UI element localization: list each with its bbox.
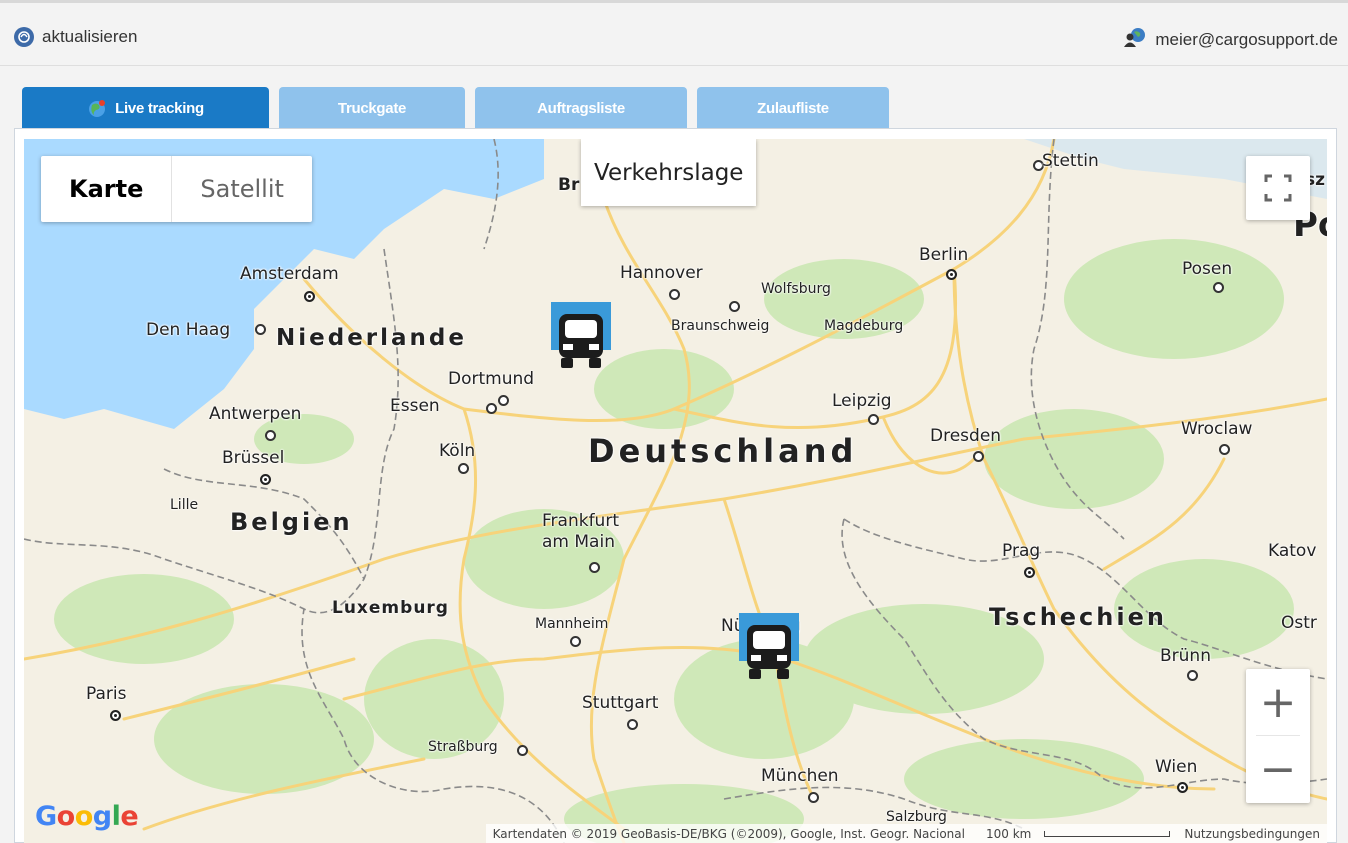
map-label: Brüssel — [222, 448, 285, 468]
map-label: Mannheim — [535, 616, 609, 632]
map-label: Niederlande — [276, 325, 467, 351]
map-type-control: Karte Satellit — [41, 156, 312, 222]
top-bar: aktualisieren meier@cargosupport.de — [0, 0, 1348, 66]
map-label: Amsterdam — [240, 264, 339, 284]
city-dot — [973, 451, 984, 462]
map-attribution-bar: Kartendaten © 2019 GeoBasis-DE/BKG (©200… — [485, 824, 1327, 843]
map-label: Lille — [170, 497, 199, 513]
map-scale[interactable]: 100 km — [972, 827, 1177, 841]
map-base — [24, 139, 1327, 843]
map-label: Posen — [1182, 259, 1233, 279]
map-label: München — [761, 766, 839, 786]
city-dot — [1187, 670, 1198, 681]
city-dot — [265, 430, 276, 441]
user-email: meier@cargosupport.de — [1155, 29, 1338, 49]
map-view[interactable]: Stettin Berlin Hannover Wolfsburg Brauns… — [24, 139, 1327, 843]
tab-label: Auftragsliste — [537, 100, 625, 117]
city-dot — [669, 289, 680, 300]
map-label: Hannover — [620, 263, 703, 283]
truck-icon — [555, 302, 607, 368]
google-logo[interactable]: Google — [35, 801, 139, 832]
user-account[interactable]: meier@cargosupport.de — [1124, 27, 1338, 52]
tab-label: Live tracking — [115, 100, 204, 117]
map-label: Deutschland — [588, 432, 858, 470]
truck-marker[interactable] — [551, 302, 611, 368]
map-label: Frankfurt am Main — [542, 511, 619, 552]
tab-auftragsliste[interactable]: Auftragsliste — [475, 87, 687, 130]
map-label: Wien — [1155, 757, 1198, 777]
tab-label: Zulaufliste — [757, 100, 829, 117]
globe-icon — [87, 99, 107, 119]
city-dot — [486, 403, 497, 414]
tab-bar: Live tracking Truckgate Auftragsliste Zu… — [22, 87, 889, 130]
map-label: Ostr — [1281, 613, 1317, 633]
refresh-globe-icon — [14, 27, 34, 47]
map-type-karte-button[interactable]: Karte — [41, 156, 171, 222]
map-label: Dortmund — [448, 369, 535, 389]
map-label: Magdeburg — [824, 318, 904, 334]
map-label: Tschechien — [989, 603, 1167, 631]
city-dot — [808, 792, 819, 803]
user-globe-icon — [1124, 27, 1146, 52]
map-label: Den Haag — [146, 320, 231, 340]
fullscreen-icon — [1246, 174, 1310, 224]
truck-icon — [743, 613, 795, 679]
map-label: Antwerpen — [209, 404, 302, 424]
zoom-out-button[interactable]: − — [1246, 736, 1310, 802]
city-dot — [570, 636, 581, 647]
map-label: Katov — [1268, 541, 1317, 561]
map-label: Köln — [439, 441, 476, 461]
city-dot — [458, 463, 469, 474]
city-dot — [946, 269, 957, 280]
tab-live-tracking[interactable]: Live tracking — [22, 87, 269, 130]
fullscreen-button[interactable] — [1246, 156, 1310, 220]
tab-truckgate[interactable]: Truckgate — [279, 87, 465, 130]
map-label: Leipzig — [832, 391, 892, 411]
scale-label: 100 km — [985, 826, 1032, 841]
city-dot — [589, 562, 600, 573]
map-label: Luxemburg — [332, 598, 449, 618]
map-label: Essen — [390, 396, 440, 416]
map-label: Wolfsburg — [761, 281, 831, 297]
city-dot — [729, 301, 740, 312]
city-dot — [1219, 444, 1230, 455]
city-dot — [517, 745, 528, 756]
map-label: Brünn — [1160, 646, 1211, 666]
city-dot — [1213, 282, 1224, 293]
zoom-in-button[interactable]: + — [1246, 669, 1310, 735]
truck-marker[interactable] — [739, 613, 799, 679]
map-label: Wroclaw — [1181, 419, 1253, 439]
map-label: Straßburg — [428, 739, 498, 755]
map-type-satellit-button[interactable]: Satellit — [171, 156, 312, 222]
map-label: Paris — [86, 684, 127, 704]
city-dot — [498, 395, 509, 406]
map-label: Stettin — [1042, 151, 1099, 171]
map-label: Braunschweig — [671, 318, 770, 334]
traffic-button[interactable]: Verkehrslage — [581, 139, 757, 206]
map-attribution: Kartendaten © 2019 GeoBasis-DE/BKG (©200… — [492, 826, 965, 841]
tab-label: Truckgate — [337, 100, 407, 117]
tab-zulaufliste[interactable]: Zulaufliste — [697, 87, 889, 130]
refresh-button[interactable]: aktualisieren — [14, 27, 137, 47]
city-dot — [627, 719, 638, 730]
map-label: Br — [558, 175, 580, 195]
city-dot — [255, 324, 266, 335]
terms-link[interactable]: Nutzungsbedingungen — [1177, 827, 1327, 841]
city-dot — [868, 414, 879, 425]
city-dot — [260, 474, 271, 485]
map-label: Belgien — [230, 508, 353, 536]
refresh-label: aktualisieren — [42, 27, 138, 46]
map-label: Prag — [1002, 541, 1041, 561]
city-dot — [110, 710, 121, 721]
city-dot — [1024, 567, 1035, 578]
map-label: Dresden — [930, 426, 1002, 446]
map-label: Berlin — [919, 245, 969, 265]
map-label: Salzburg — [886, 809, 947, 825]
map-label: Stuttgart — [582, 693, 659, 713]
scale-bar — [1044, 830, 1171, 837]
city-dot — [1177, 782, 1188, 793]
city-dot — [304, 291, 315, 302]
zoom-control: + − — [1246, 669, 1310, 803]
